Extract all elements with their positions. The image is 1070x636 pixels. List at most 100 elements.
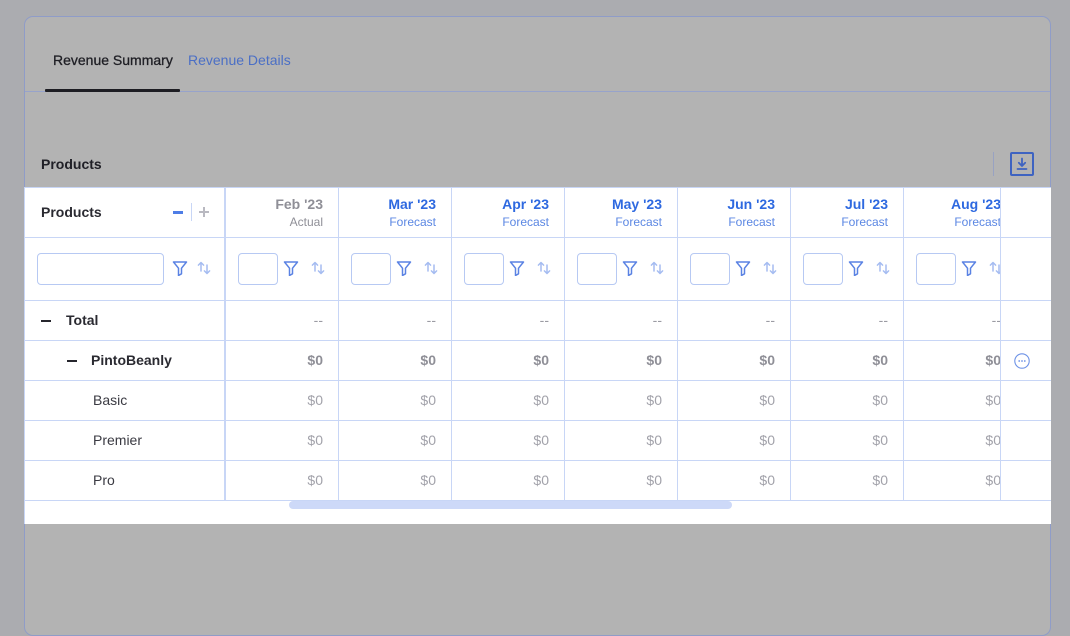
cell-premier[interactable]: $0	[226, 421, 338, 461]
collapse-row-icon[interactable]	[41, 320, 51, 322]
cell-basic[interactable]: $0	[791, 381, 903, 421]
row-label: Premier	[93, 432, 143, 448]
product-filter-input[interactable]	[37, 253, 164, 285]
column-month: Aug '23	[950, 196, 1000, 212]
column-type: Forecast	[389, 215, 436, 229]
cell-pro[interactable]: $0	[226, 461, 338, 501]
minus-icon[interactable]	[173, 211, 183, 214]
cell-premier[interactable]: $0	[339, 421, 451, 461]
actions-cell-total	[1001, 301, 1051, 341]
column-header[interactable]: Apr '23 Forecast	[452, 188, 564, 238]
filter-icon[interactable]	[622, 260, 638, 276]
sort-icon[interactable]	[649, 260, 665, 276]
cell-value: $0	[307, 352, 323, 368]
sort-icon[interactable]	[423, 260, 439, 276]
cell-pro[interactable]: $0	[339, 461, 451, 501]
plus-icon[interactable]	[199, 207, 209, 217]
cell-pro[interactable]: $0	[678, 461, 790, 501]
cell-basic[interactable]: $0	[226, 381, 338, 421]
cell-value: $0	[646, 432, 662, 448]
month-columns-scroll-area[interactable]: Feb '23 Actual -- $0 $0 $0 $0 Mar '23 Fo…	[226, 187, 1000, 501]
cell-value: $0	[872, 392, 888, 408]
column-month: Jun '23	[727, 196, 775, 212]
cell-value: $0	[420, 352, 436, 368]
active-tab-indicator	[45, 89, 180, 92]
cell-basic[interactable]: $0	[452, 381, 564, 421]
column-header[interactable]: Feb '23 Actual	[226, 188, 338, 238]
tab-revenue-details[interactable]: Revenue Details	[188, 51, 291, 69]
cell-pintobeanly[interactable]: $0	[226, 341, 338, 381]
row-label: Basic	[93, 392, 128, 408]
cell-pintobeanly[interactable]: $0	[904, 341, 1000, 381]
collapse-row-icon[interactable]	[67, 360, 77, 362]
column-header[interactable]: May '23 Forecast	[565, 188, 677, 238]
cell-premier[interactable]: $0	[452, 421, 564, 461]
column-may-23: May '23 Forecast -- $0 $0 $0 $0	[565, 188, 678, 501]
tab-revenue-summary[interactable]: Revenue Summary	[53, 51, 173, 69]
sort-icon[interactable]	[196, 260, 212, 276]
column-filter-input[interactable]	[803, 253, 843, 285]
column-filter-input[interactable]	[916, 253, 956, 285]
cell-basic[interactable]: $0	[339, 381, 451, 421]
cell-pintobeanly[interactable]: $0	[339, 341, 451, 381]
filter-icon[interactable]	[396, 260, 412, 276]
cell-pro[interactable]: $0	[904, 461, 1000, 501]
column-month: Apr '23	[502, 196, 549, 212]
column-filter-input[interactable]	[690, 253, 730, 285]
sort-icon[interactable]	[988, 260, 1000, 276]
cell-value: $0	[420, 472, 436, 488]
cell-pintobeanly[interactable]: $0	[791, 341, 903, 381]
column-filter-input[interactable]	[577, 253, 617, 285]
filter-icon[interactable]	[735, 260, 751, 276]
column-filter-cell	[452, 238, 564, 301]
cell-total: --	[791, 301, 903, 341]
filter-icon[interactable]	[509, 260, 525, 276]
column-header[interactable]: Mar '23 Forecast	[339, 188, 451, 238]
cell-value: $0	[872, 352, 888, 368]
column-header[interactable]: Jun '23 Forecast	[678, 188, 790, 238]
filter-icon[interactable]	[848, 260, 864, 276]
filter-icon[interactable]	[172, 260, 188, 276]
cell-premier[interactable]: $0	[678, 421, 790, 461]
filter-icon[interactable]	[283, 260, 299, 276]
cell-value: $0	[985, 432, 1000, 448]
row-label: Pro	[93, 472, 115, 488]
row-pro: Pro	[25, 461, 224, 501]
column-filter-input[interactable]	[238, 253, 278, 285]
cell-basic[interactable]: $0	[565, 381, 677, 421]
row-label: Total	[66, 312, 99, 328]
cell-value: $0	[759, 472, 775, 488]
cell-premier[interactable]: $0	[565, 421, 677, 461]
column-header[interactable]: Aug '23 Forecast	[904, 188, 1000, 238]
column-filter-input[interactable]	[464, 253, 504, 285]
cell-pintobeanly[interactable]: $0	[678, 341, 790, 381]
cell-premier[interactable]: $0	[904, 421, 1000, 461]
sort-icon[interactable]	[310, 260, 326, 276]
sort-icon[interactable]	[762, 260, 778, 276]
cell-pro[interactable]: $0	[791, 461, 903, 501]
cell-basic[interactable]: $0	[678, 381, 790, 421]
sort-icon[interactable]	[536, 260, 552, 276]
cell-total: --	[226, 301, 338, 341]
column-filter-input[interactable]	[351, 253, 391, 285]
cell-value: $0	[759, 392, 775, 408]
column-jun-23: Jun '23 Forecast -- $0 $0 $0 $0	[678, 188, 791, 501]
cell-value: $0	[985, 392, 1000, 408]
horizontal-scrollbar-thumb[interactable]	[289, 501, 732, 509]
cell-pintobeanly[interactable]: $0	[565, 341, 677, 381]
sort-icon[interactable]	[875, 260, 891, 276]
cell-pro[interactable]: $0	[452, 461, 564, 501]
column-jul-23: Jul '23 Forecast -- $0 $0 $0 $0	[791, 188, 904, 501]
cell-value: $0	[759, 432, 775, 448]
more-options-icon[interactable]	[1014, 353, 1030, 369]
cell-premier[interactable]: $0	[791, 421, 903, 461]
cell-pintobeanly[interactable]: $0	[452, 341, 564, 381]
row-basic: Basic	[25, 381, 224, 421]
cell-pro[interactable]: $0	[565, 461, 677, 501]
download-button[interactable]	[1010, 152, 1034, 176]
actions-cell-pintobeanly	[1001, 341, 1051, 381]
toolbar-divider	[993, 152, 994, 176]
cell-basic[interactable]: $0	[904, 381, 1000, 421]
column-header[interactable]: Jul '23 Forecast	[791, 188, 903, 238]
filter-icon[interactable]	[961, 260, 977, 276]
